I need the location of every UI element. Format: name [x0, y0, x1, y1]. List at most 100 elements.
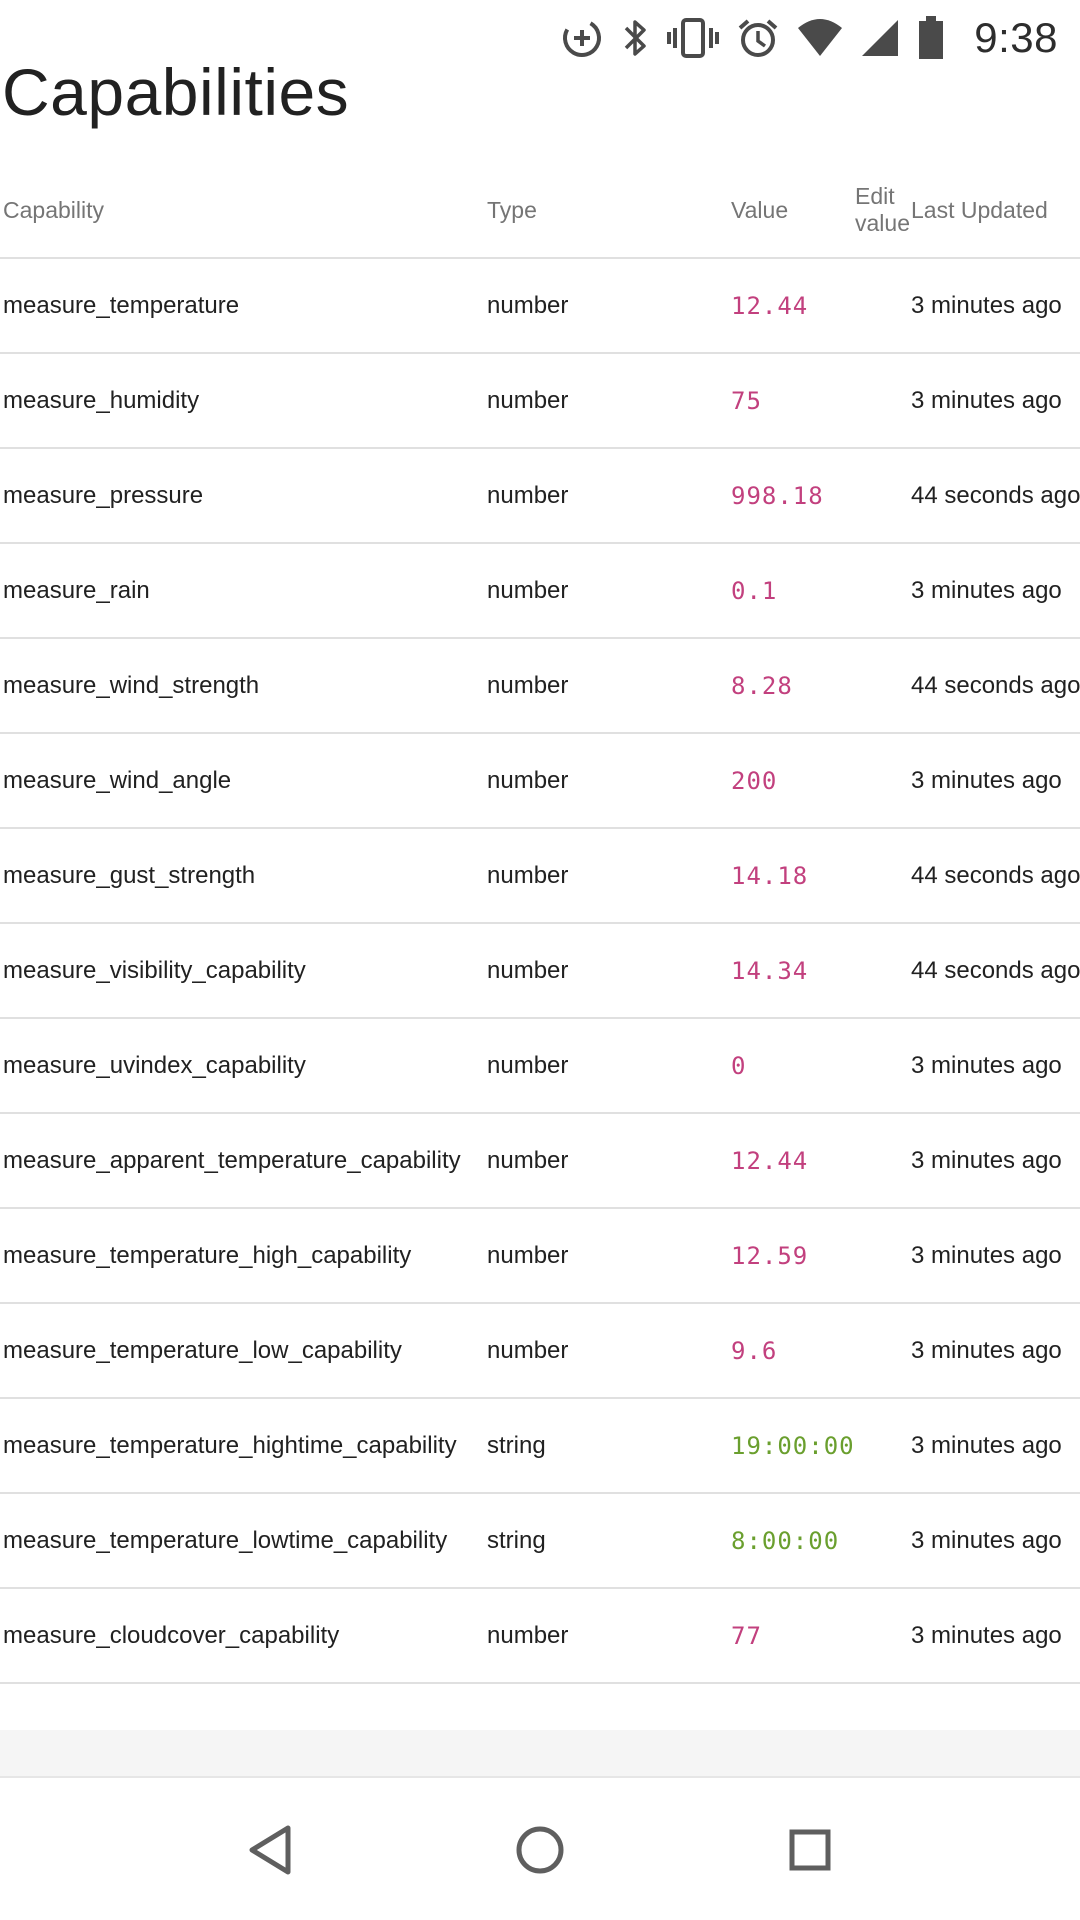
value-cell: 12.44 — [731, 258, 855, 354]
table-row: measure_temperature_high_capability numbe… — [0, 1208, 1080, 1304]
last-updated-cell: 44 seconds ago — [911, 448, 1080, 544]
capability-cell: measure_humidity — [0, 353, 487, 449]
capabilities-table: Capability Type Value Edit value Last Upd… — [0, 162, 1080, 1733]
type-cell: number — [487, 828, 731, 924]
type-cell: number — [487, 543, 731, 639]
last-updated-cell: 3 minutes ago — [911, 1588, 1080, 1684]
table-end-spacer-cell — [0, 1683, 1080, 1733]
edit-value-cell[interactable] — [855, 1018, 911, 1114]
header-last-updated[interactable]: Last Updated — [911, 162, 1080, 259]
edit-value-cell[interactable] — [855, 1208, 911, 1304]
value-cell: 77 — [731, 1588, 855, 1684]
table-row: measure_humidity number 75 3 minutes ago — [0, 353, 1080, 449]
capability-cell: measure_cloudcover_capability — [0, 1588, 487, 1684]
edit-value-cell[interactable] — [855, 1113, 911, 1209]
capability-cell: measure_temperature — [0, 258, 487, 354]
last-updated-cell: 44 seconds ago — [911, 638, 1080, 734]
capability-cell: measure_temperature_hightime_capability — [0, 1398, 487, 1494]
type-cell: number — [487, 733, 731, 829]
type-cell: number — [487, 448, 731, 544]
last-updated-cell: 3 minutes ago — [911, 258, 1080, 354]
value-cell: 75 — [731, 353, 855, 449]
type-cell: number — [487, 1303, 731, 1399]
edit-value-cell[interactable] — [855, 733, 911, 829]
status-icons: 9:38 — [560, 8, 1058, 68]
value-cell: 998.18 — [731, 448, 855, 544]
table-row: measure_gust_strength number 14.18 44 secon… — [0, 828, 1080, 924]
capability-cell: measure_rain — [0, 543, 487, 639]
table-row: measure_temperature_lowtime_capability st… — [0, 1493, 1080, 1589]
table-row: measure_temperature_low_capability number… — [0, 1303, 1080, 1399]
edit-value-cell[interactable] — [855, 258, 911, 354]
back-icon[interactable] — [230, 1810, 310, 1890]
clock: 9:38 — [974, 14, 1058, 61]
edit-value-cell[interactable] — [855, 448, 911, 544]
last-updated-cell: 3 minutes ago — [911, 1398, 1080, 1494]
navigation-bar — [0, 1776, 1080, 1920]
value-cell: 12.59 — [731, 1208, 855, 1304]
header-edit-line1: Edit — [855, 182, 895, 209]
header-type[interactable]: Type — [487, 162, 731, 259]
edit-value-cell[interactable] — [855, 923, 911, 1019]
table-row: measure_pressure number 998.18 44 seconds a… — [0, 448, 1080, 544]
last-updated-cell: 3 minutes ago — [911, 733, 1080, 829]
last-updated-cell: 44 seconds ago — [911, 828, 1080, 924]
header-edit-value: Edit value — [855, 162, 911, 259]
value-cell: 8:00:00 — [731, 1493, 855, 1589]
edit-value-cell[interactable] — [855, 638, 911, 734]
home-icon[interactable] — [500, 1810, 580, 1890]
last-updated-cell: 44 seconds ago — [911, 923, 1080, 1019]
table-row: measure_wind_strength number 8.28 44 second… — [0, 638, 1080, 734]
value-cell: 14.18 — [731, 828, 855, 924]
type-cell: number — [487, 1588, 731, 1684]
table-row: measure_uvindex_capability number 0 3 minut… — [0, 1018, 1080, 1114]
value-cell: 0.1 — [731, 543, 855, 639]
type-cell: number — [487, 1208, 731, 1304]
recent-apps-icon[interactable] — [770, 1810, 850, 1890]
last-updated-cell: 3 minutes ago — [911, 1493, 1080, 1589]
capability-cell: measure_wind_angle — [0, 733, 487, 829]
value-cell: 14.34 — [731, 923, 855, 1019]
capability-cell: measure_visibility_capability — [0, 923, 487, 1019]
edit-value-cell[interactable] — [855, 1493, 911, 1589]
wifi-icon — [796, 16, 844, 60]
battery-icon — [916, 14, 946, 62]
edit-value-cell[interactable] — [855, 1588, 911, 1684]
capability-cell: measure_gust_strength — [0, 828, 487, 924]
edit-value-cell[interactable] — [855, 1303, 911, 1399]
edit-value-cell[interactable] — [855, 543, 911, 639]
value-cell: 12.44 — [731, 1113, 855, 1209]
status-bar: 9:38 — [0, 0, 1080, 76]
bottom-fill — [0, 1730, 1080, 1778]
header-capability[interactable]: Capability — [0, 162, 487, 259]
last-updated-cell: 3 minutes ago — [911, 353, 1080, 449]
value-cell: 9.6 — [731, 1303, 855, 1399]
edit-value-cell[interactable] — [855, 353, 911, 449]
header-value[interactable]: Value — [731, 162, 855, 259]
type-cell: number — [487, 1018, 731, 1114]
capability-cell: measure_uvindex_capability — [0, 1018, 487, 1114]
type-cell: number — [487, 923, 731, 1019]
last-updated-cell: 3 minutes ago — [911, 1303, 1080, 1399]
last-updated-cell: 3 minutes ago — [911, 1113, 1080, 1209]
capability-cell: measure_apparent_temperature_capability — [0, 1113, 487, 1209]
value-cell: 19:00:00 — [731, 1398, 855, 1494]
edit-value-cell[interactable] — [855, 1398, 911, 1494]
value-cell: 0 — [731, 1018, 855, 1114]
value-cell: 8.28 — [731, 638, 855, 734]
table-row: measure_visibility_capability number 14.34… — [0, 923, 1080, 1019]
capability-cell: measure_temperature_high_capability — [0, 1208, 487, 1304]
table-end-spacer — [0, 1683, 1080, 1733]
capability-cell: measure_temperature_low_capability — [0, 1303, 487, 1399]
type-cell: number — [487, 353, 731, 449]
capability-cell: measure_wind_strength — [0, 638, 487, 734]
table-row: measure_temperature_hightime_capability s… — [0, 1398, 1080, 1494]
last-updated-cell: 3 minutes ago — [911, 543, 1080, 639]
last-updated-cell: 3 minutes ago — [911, 1208, 1080, 1304]
table-row: measure_temperature number 12.44 3 minutes … — [0, 258, 1080, 354]
edit-value-cell[interactable] — [855, 828, 911, 924]
vibrate-icon — [666, 16, 720, 60]
type-cell: number — [487, 638, 731, 734]
table-row: measure_wind_angle number 200 3 minutes ago — [0, 733, 1080, 829]
capability-cell: measure_pressure — [0, 448, 487, 544]
